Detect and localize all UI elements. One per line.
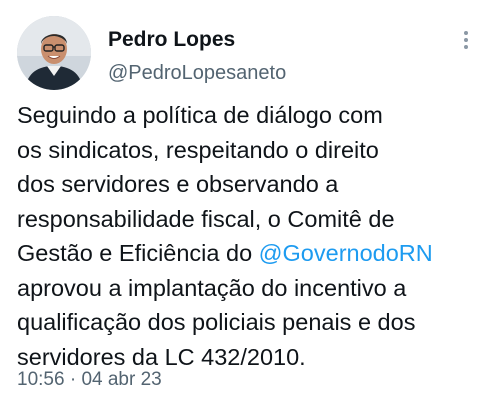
tweet-text-line: qualificação dos policiais penais e dos [17,309,416,335]
more-vertical-icon-dot-3 [464,45,468,49]
tweet-time: 10:56 [17,369,65,390]
tweet-text-line: Gestão e Eficiência do @GovernodoRN [17,236,487,271]
more-options-button[interactable] [454,28,478,52]
tweet-text-line: responsabilidade fiscal, o Comitê de [17,205,395,232]
user-handle[interactable]: @PedroLopesaneto [108,60,286,86]
more-vertical-icon [464,31,468,35]
avatar-image [17,16,91,90]
tweet-text: Seguindo a política de diálogo com os si… [17,98,487,374]
display-name[interactable]: Pedro Lopes [108,27,235,53]
tweet-text-line: dos servidores e observando a [17,171,339,197]
tweet-timestamp[interactable]: 10:56 · 04 abr 23 [17,367,162,393]
tweet-card: Pedro Lopes @PedroLopesaneto Seguindo a … [0,0,496,410]
more-vertical-icon-dot-2 [464,38,468,42]
tweet-text-line: Seguindo a política de diálogo com [17,102,383,128]
tweet-text-line: os sindicatos, respeitando o direito [17,136,379,163]
tweet-date: 04 abr 23 [81,369,162,390]
tweet-text-segment: Gestão e Eficiência do [17,240,259,266]
meta-separator: · [64,369,82,390]
mention-link[interactable]: @GovernodoRN [259,240,433,266]
tweet-text-line: aprovou a implantação do incentivo a [17,274,407,301]
avatar[interactable] [17,16,91,90]
